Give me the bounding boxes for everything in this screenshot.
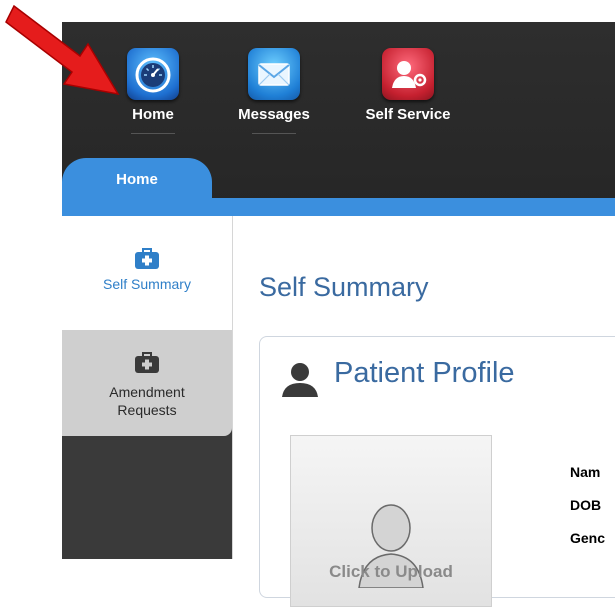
self-service-app-label: Self Service — [365, 106, 451, 123]
person-gear-icon — [382, 48, 434, 100]
dob-field-label: DOB — [570, 497, 602, 513]
sidebar-item-amendment-requests[interactable]: Amendment Requests — [62, 330, 232, 436]
tab-strip: Home — [62, 158, 615, 198]
name-field-label: Nam — [570, 464, 601, 480]
main-content: Self Summary Patient Profile Click to Up… — [232, 216, 615, 607]
sidebar: Self Summary Amendment Requests — [62, 216, 232, 559]
gender-field-label: Genc — [570, 530, 606, 546]
upload-label: Click to Upload — [329, 562, 453, 581]
sidebar-item-label: Requests — [117, 402, 177, 418]
medical-bag-icon — [62, 352, 232, 379]
page-title: Self Summary — [259, 272, 429, 302]
envelope-icon — [248, 48, 300, 100]
app-underline — [131, 133, 175, 134]
app-underline — [252, 133, 296, 134]
red-arrow-annotation — [5, 4, 120, 96]
tab-home[interactable]: Home — [62, 158, 212, 198]
sidebar-item-label: Self Summary — [103, 276, 191, 292]
self-service-app-button[interactable]: Self Service — [362, 48, 454, 123]
profile-photo-upload[interactable]: Click to Upload — [290, 435, 492, 607]
person-icon — [280, 361, 320, 402]
dashboard-gauge-icon — [127, 48, 179, 100]
medical-bag-icon — [62, 248, 232, 275]
tab-underline-bar — [62, 198, 615, 216]
messages-app-label: Messages — [238, 106, 310, 123]
card-title: Patient Profile — [334, 357, 515, 389]
sidebar-item-self-summary[interactable]: Self Summary — [62, 216, 232, 330]
sidebar-item-label: Amendment — [109, 384, 185, 400]
messages-app-button[interactable]: Messages — [229, 48, 319, 134]
